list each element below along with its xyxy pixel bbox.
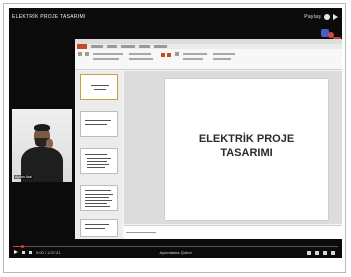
presenter-hair xyxy=(34,124,50,131)
share-label[interactable]: Paylaş xyxy=(304,14,321,20)
drawing-format-group[interactable] xyxy=(183,58,203,60)
thumbnail-text xyxy=(85,200,112,201)
current-slide[interactable]: ELEKTRİK PROJE TASARIMI xyxy=(165,79,328,220)
settings-icon[interactable] xyxy=(315,251,319,255)
thumbnail-text xyxy=(91,85,109,86)
slide-editing-area: ELEKTRİK PROJE TASARIMI xyxy=(124,71,342,224)
thumbnail-text xyxy=(85,206,110,207)
share-icon[interactable] xyxy=(333,14,338,20)
slide-thumbnail[interactable] xyxy=(80,185,118,211)
video-player[interactable]: ELEKTRİK PROJE TASARIMI Paylaş ELEKTRİK … xyxy=(9,8,342,258)
drawing-group[interactable] xyxy=(183,53,207,55)
thumbnail-text xyxy=(85,224,109,225)
slide-thumbnail[interactable] xyxy=(80,219,118,237)
thumbnail-text xyxy=(85,197,109,198)
fullscreen-icon[interactable] xyxy=(331,251,335,255)
slide-thumbnail[interactable] xyxy=(80,148,118,174)
thumbnail-text xyxy=(87,164,109,165)
menu-item[interactable] xyxy=(107,45,117,48)
notes-pane[interactable] xyxy=(124,225,342,239)
editing-format-group[interactable] xyxy=(213,58,231,60)
watch-later-icon[interactable] xyxy=(324,14,330,20)
arrange-icon[interactable] xyxy=(175,52,179,56)
thumbnail-text xyxy=(94,89,106,90)
paragraph-group[interactable] xyxy=(129,53,151,55)
theater-mode-icon[interactable] xyxy=(323,251,327,255)
thumbnail-text xyxy=(85,194,113,195)
menu-item[interactable] xyxy=(139,45,150,48)
thumbnail-text xyxy=(87,161,107,162)
progress-bar[interactable] xyxy=(13,245,338,248)
menu-item[interactable] xyxy=(154,45,167,48)
player-controls: 0:00 / 1:07:21 Aydınlatma Çizimi xyxy=(9,248,342,258)
new-slide-icon[interactable] xyxy=(85,52,89,56)
slide-title-line-1: ELEKTRİK PROJE xyxy=(198,133,295,145)
thumbnail-text xyxy=(87,158,111,159)
thumbnail-text xyxy=(87,167,105,168)
thumbnail-text xyxy=(85,190,111,191)
ribbon-toolbar xyxy=(75,49,342,70)
chapter-title[interactable]: Aydınlatma Çizimi xyxy=(9,250,342,255)
slide-thumbnail[interactable] xyxy=(80,111,118,137)
thumbnail-text xyxy=(85,203,107,204)
thumbnail-text xyxy=(85,154,107,155)
video-title-bar: ELEKTRİK PROJE TASARIMI Paylaş xyxy=(9,8,342,28)
menu-item[interactable] xyxy=(121,45,135,48)
font-format-group[interactable] xyxy=(93,58,119,60)
paste-icon[interactable] xyxy=(78,52,82,56)
thumbnail-text xyxy=(85,120,111,121)
font-group[interactable] xyxy=(93,53,123,55)
slide-thumbnails-panel xyxy=(75,71,122,239)
editing-group[interactable] xyxy=(213,53,235,55)
thumbnail-text xyxy=(85,124,107,125)
thumbnail-text xyxy=(85,228,105,229)
slide-thumbnail[interactable] xyxy=(80,74,118,100)
top-right-actions: Paylaş xyxy=(304,10,338,24)
subtitles-icon[interactable] xyxy=(307,251,311,255)
notes-placeholder xyxy=(126,232,156,233)
presenter-hand xyxy=(46,139,53,148)
slide-title-line-2: TASARIMI xyxy=(220,147,273,159)
video-title[interactable]: ELEKTRİK PROJE TASARIMI xyxy=(12,14,86,20)
slide-title: ELEKTRİK PROJE TASARIMI xyxy=(165,132,328,160)
presentation-window: ELEKTRİK PROJE TASARIMI xyxy=(75,39,342,239)
shape-icon[interactable] xyxy=(167,53,171,57)
webcam-overlay: Ayhan Atal xyxy=(12,109,72,182)
presenter-name: Ayhan Atal xyxy=(14,175,33,179)
paragraph-format-group[interactable] xyxy=(129,58,153,60)
shape-icon[interactable] xyxy=(161,53,165,57)
menu-item[interactable] xyxy=(91,45,103,48)
